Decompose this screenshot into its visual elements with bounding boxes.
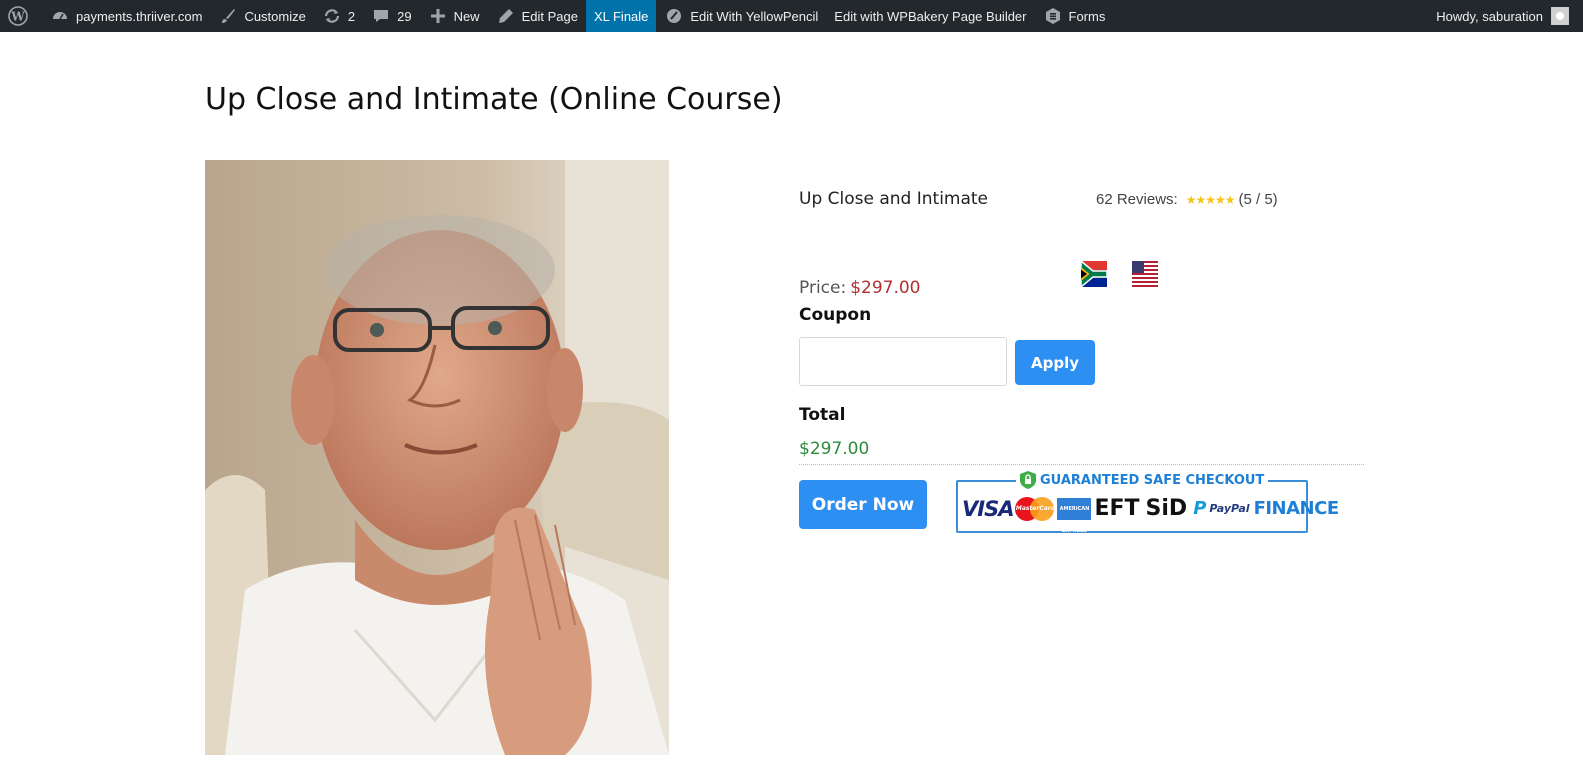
avatar: [1551, 7, 1569, 25]
finance-logo: FINANCE: [1253, 498, 1340, 519]
edit-yellowpencil-label: Edit With YellowPencil: [690, 8, 819, 24]
customize-link[interactable]: Customize: [210, 0, 313, 32]
my-account-link[interactable]: Howdy, saburation: [1428, 0, 1583, 32]
edit-wpbakery-link[interactable]: Edit with WPBakery Page Builder: [826, 0, 1034, 32]
admin-bar: W payments.thriiver.com Customize 2 29 N…: [0, 0, 1583, 32]
payment-logos: VISA MasterCard AMERICAN EXPRESS EFT SiD…: [962, 496, 1340, 534]
xl-finale-label: XL Finale: [593, 8, 649, 24]
wordpress-logo-button[interactable]: W: [0, 0, 42, 32]
xl-finale-link[interactable]: XL Finale: [585, 0, 657, 32]
site-name-label: payments.thriiver.com: [76, 8, 203, 24]
edit-page-label: Edit Page: [521, 8, 578, 24]
pencil-icon: [496, 6, 516, 26]
site-name-link[interactable]: payments.thriiver.com: [42, 0, 210, 32]
safe-checkout-badge: GUARANTEED SAFE CHECKOUT VISA MasterCard…: [956, 469, 1339, 534]
forms-icon: [1043, 6, 1063, 26]
badge-title-text: GUARANTEED SAFE CHECKOUT: [1040, 472, 1265, 488]
paypal-logo: P PayPal: [1193, 498, 1250, 519]
reviews-summary[interactable]: 62 Reviews: ★★★★★ (5 / 5): [1096, 191, 1278, 208]
edit-page-link[interactable]: Edit Page: [488, 0, 586, 32]
updates-icon: [322, 6, 342, 26]
plus-icon: [428, 6, 448, 26]
coupon-input[interactable]: [799, 337, 1007, 386]
apply-coupon-button[interactable]: Apply: [1015, 340, 1095, 385]
rating-text: (5 / 5): [1238, 191, 1278, 208]
wordpress-icon: W: [8, 6, 28, 26]
product-image: [205, 160, 669, 755]
usa-flag-icon[interactable]: [1132, 261, 1158, 287]
total-label: Total: [799, 405, 846, 425]
howdy-label: Howdy, saburation: [1436, 8, 1543, 24]
price-amount: $297.00: [850, 278, 921, 298]
page-title: Up Close and Intimate (Online Course): [205, 82, 783, 117]
coupon-label: Coupon: [799, 305, 872, 325]
rating-stars-icon: ★★★★★: [1185, 192, 1236, 207]
updates-link[interactable]: 2: [314, 0, 363, 32]
svg-text:W: W: [10, 10, 25, 24]
product-name: Up Close and Intimate: [799, 189, 989, 209]
price-label: Price:: [799, 278, 847, 298]
customize-label: Customize: [244, 8, 306, 24]
yellowpencil-icon: [664, 6, 684, 26]
eft-logo: EFT: [1094, 496, 1140, 521]
sid-logo: SiD: [1145, 496, 1188, 521]
forms-label: Forms: [1068, 8, 1106, 24]
price-line: Price: $297.00: [799, 278, 921, 298]
reviews-count-label: 62 Reviews:: [1096, 191, 1178, 208]
comments-count: 29: [397, 8, 412, 24]
edit-wpbakery-label: Edit with WPBakery Page Builder: [834, 8, 1027, 24]
dashboard-icon: [50, 6, 70, 26]
comments-link[interactable]: 29: [363, 0, 419, 32]
south-africa-flag-icon[interactable]: [1080, 259, 1108, 289]
total-amount: $297.00: [799, 439, 870, 459]
brush-icon: [218, 6, 238, 26]
order-now-button[interactable]: Order Now: [799, 480, 927, 529]
shield-lock-icon: [1020, 471, 1036, 489]
forms-link[interactable]: Forms: [1035, 0, 1114, 32]
badge-title: GUARANTEED SAFE CHECKOUT: [1016, 471, 1269, 489]
new-content-link[interactable]: New: [420, 0, 488, 32]
mastercard-logo: MasterCard: [1015, 496, 1055, 521]
edit-yellowpencil-link[interactable]: Edit With YellowPencil: [656, 0, 826, 32]
visa-logo: VISA: [962, 496, 1014, 521]
amex-logo: AMERICAN EXPRESS: [1057, 497, 1092, 534]
new-label: New: [453, 8, 480, 24]
divider: [799, 464, 1364, 465]
comment-icon: [371, 6, 391, 26]
updates-count: 2: [347, 8, 356, 24]
